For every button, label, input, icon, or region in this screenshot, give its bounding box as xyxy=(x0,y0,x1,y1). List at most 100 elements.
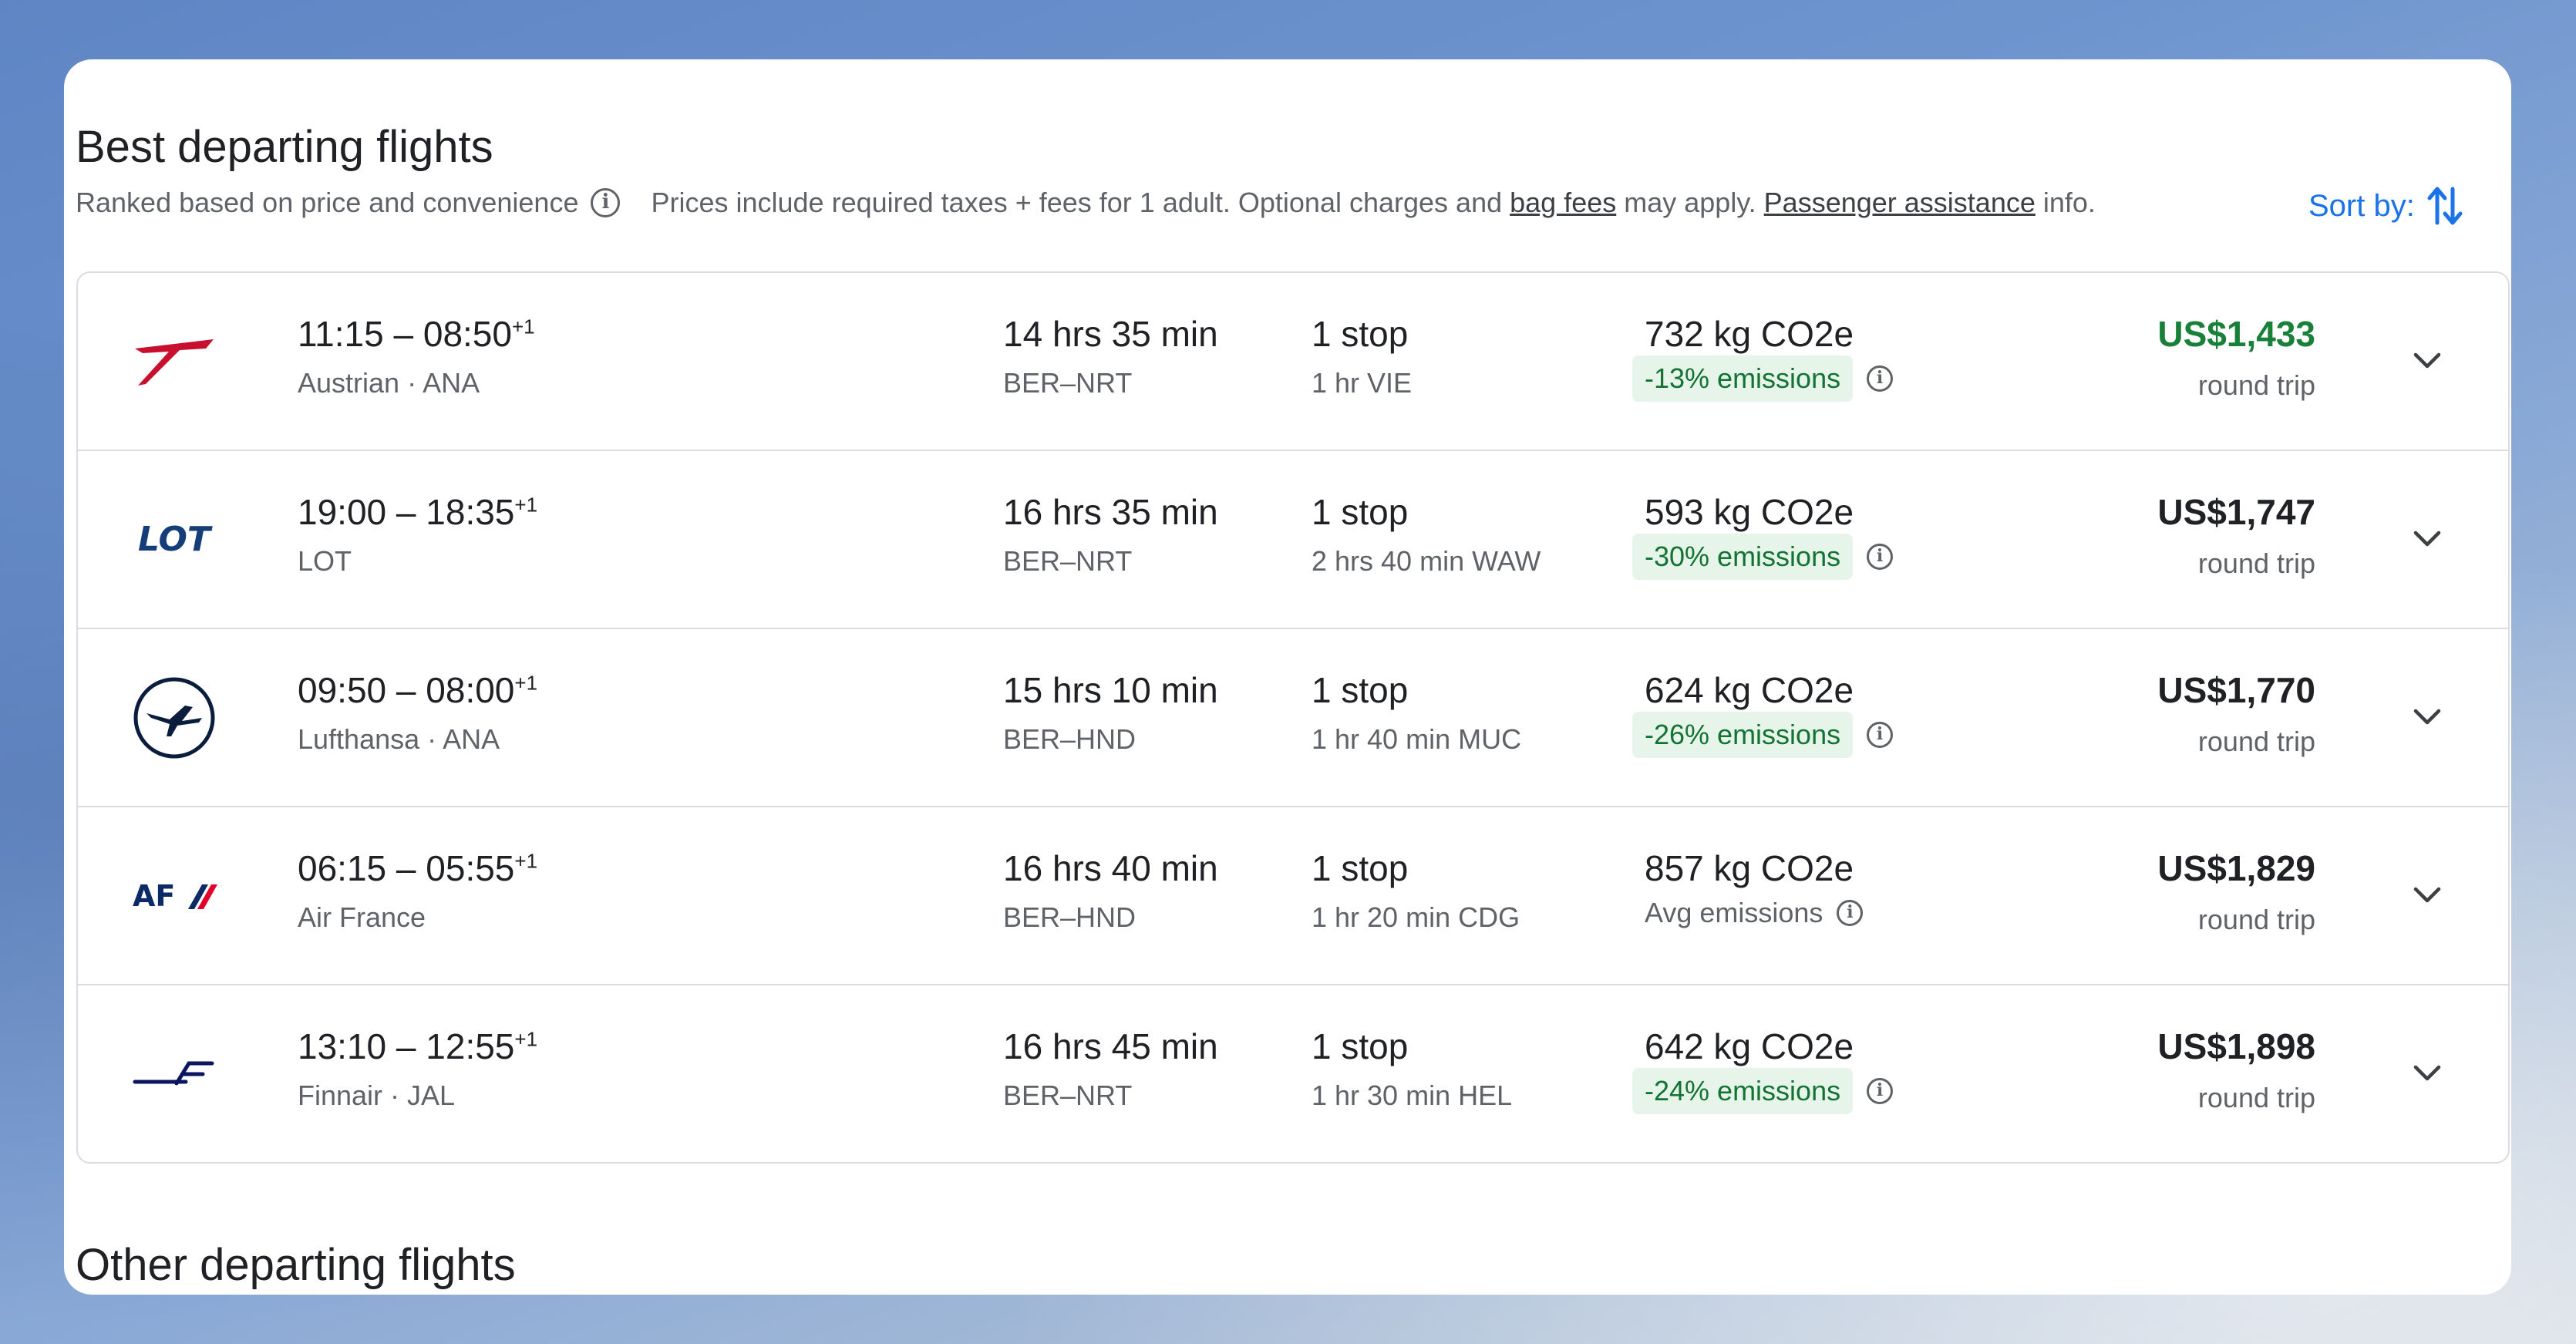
section-title: Best departing flights xyxy=(76,122,493,172)
day-offset: +1 xyxy=(514,493,538,517)
stops: 1 stop xyxy=(1312,1026,1409,1066)
arrive-time: 08:50 xyxy=(423,314,512,354)
other-flights-title: Other departing flights xyxy=(76,1240,516,1290)
price-type: round trip xyxy=(2197,904,2315,935)
duration: 15 hrs 10 min xyxy=(1003,670,1218,710)
carrier-name: Lufthansa · ANA xyxy=(298,723,500,755)
layover: 1 hr 40 min MUC xyxy=(1312,723,1522,755)
emissions-info-icon[interactable]: i xyxy=(1867,544,1894,570)
duration: 16 hrs 45 min xyxy=(1003,1026,1218,1066)
emissions-info-icon[interactable]: i xyxy=(1867,722,1894,748)
sort-button[interactable]: Sort by: xyxy=(2308,183,2464,229)
price: US$1,433 xyxy=(2157,314,2315,354)
emissions: -30% emissions i xyxy=(1632,534,1894,580)
chevron-down-icon[interactable] xyxy=(2409,1055,2445,1090)
price: US$1,829 xyxy=(2157,848,2315,888)
prices-note-end: info. xyxy=(2035,187,2096,218)
co2: 732 kg CO2e xyxy=(1645,314,1854,354)
co2: 642 kg CO2e xyxy=(1645,1026,1854,1066)
flight-times: 11:15 – 08:50+1 xyxy=(298,314,535,354)
bag-fees-link[interactable]: bag fees xyxy=(1510,187,1616,218)
price-type: round trip xyxy=(2197,1082,2315,1113)
route: BER–HND xyxy=(1003,901,1136,933)
duration: 14 hrs 35 min xyxy=(1003,314,1218,354)
emissions: -13% emissions i xyxy=(1632,355,1894,402)
price-type: round trip xyxy=(2197,547,2315,579)
ranking-note: Ranked based on price and convenience xyxy=(76,187,579,218)
price-type: round trip xyxy=(2197,369,2315,401)
co2: 593 kg CO2e xyxy=(1645,492,1854,532)
flight-times: 19:00 – 18:35+1 xyxy=(298,492,538,532)
results-card: Best departing flights Ranked based on p… xyxy=(64,59,2511,1295)
flight-row[interactable]: 13:10 – 12:55+1 Finnair · JAL 16 hrs 45 … xyxy=(78,985,2508,1162)
co2: 857 kg CO2e xyxy=(1645,848,1854,888)
price: US$1,770 xyxy=(2157,670,2315,710)
emissions: Avg emissions i xyxy=(1632,890,1864,936)
emissions-info-icon[interactable]: i xyxy=(1837,900,1864,926)
sort-label: Sort by: xyxy=(2308,188,2415,223)
depart-time: 13:10 xyxy=(298,1026,387,1066)
carrier-name: Austrian · ANA xyxy=(298,367,480,399)
depart-time: 19:00 xyxy=(298,492,387,532)
arrive-time: 05:55 xyxy=(426,848,515,888)
emissions: -26% emissions i xyxy=(1632,712,1894,758)
price-type: round trip xyxy=(2197,726,2315,757)
arrive-time: 12:55 xyxy=(426,1026,515,1066)
emissions-label: Avg emissions xyxy=(1645,897,1823,928)
chevron-down-icon[interactable] xyxy=(2409,342,2445,378)
austrian-logo xyxy=(128,315,221,408)
lot-logo: LOT xyxy=(128,493,221,586)
flight-row[interactable]: AF 06:15 – 05:55+1 Air France 16 hrs 40 … xyxy=(78,807,2508,985)
route: BER–NRT xyxy=(1003,367,1133,399)
depart-time: 06:15 xyxy=(298,848,387,888)
sort-arrows-icon xyxy=(2427,187,2463,225)
emissions-info-icon[interactable]: i xyxy=(1867,1078,1894,1104)
arrive-time: 18:35 xyxy=(426,492,515,532)
price: US$1,747 xyxy=(2157,492,2315,532)
route: BER–NRT xyxy=(1003,1080,1133,1111)
chevron-down-icon[interactable] xyxy=(2409,520,2445,556)
flight-row[interactable]: 09:50 – 08:00+1 Lufthansa · ANA 15 hrs 1… xyxy=(78,629,2508,807)
emissions-badge: -26% emissions xyxy=(1632,712,1854,758)
layover: 2 hrs 40 min WAW xyxy=(1312,545,1541,577)
chevron-down-icon[interactable] xyxy=(2409,877,2445,912)
carrier-name: Finnair · JAL xyxy=(298,1080,456,1111)
flight-list: 11:15 – 08:50+1 Austrian · ANA 14 hrs 35… xyxy=(76,271,2510,1164)
price: US$1,898 xyxy=(2157,1026,2315,1066)
layover: 1 hr 30 min HEL xyxy=(1312,1080,1513,1111)
stops: 1 stop xyxy=(1312,492,1409,532)
emissions-badge: -30% emissions xyxy=(1632,534,1854,580)
svg-text:AF: AF xyxy=(133,879,175,913)
stops: 1 stop xyxy=(1312,848,1409,888)
finnair-logo xyxy=(128,1028,221,1120)
layover: 1 hr VIE xyxy=(1312,367,1413,399)
duration: 16 hrs 40 min xyxy=(1003,848,1218,888)
subtitle-row: Ranked based on price and convenience i … xyxy=(76,187,2096,219)
arrive-time: 08:00 xyxy=(426,670,515,710)
prices-note-middle: may apply. xyxy=(1616,187,1764,218)
route: BER–HND xyxy=(1003,723,1136,755)
svg-text:LOT: LOT xyxy=(138,520,213,559)
co2: 624 kg CO2e xyxy=(1645,670,1854,710)
route: BER–NRT xyxy=(1003,545,1133,577)
chevron-down-icon[interactable] xyxy=(2409,699,2445,734)
carrier-name: LOT xyxy=(298,545,352,577)
day-offset: +1 xyxy=(511,315,535,339)
emissions: -24% emissions i xyxy=(1632,1068,1894,1114)
stops: 1 stop xyxy=(1312,670,1409,710)
flight-times: 09:50 – 08:00+1 xyxy=(298,670,538,710)
depart-time: 11:15 xyxy=(298,314,384,354)
depart-time: 09:50 xyxy=(298,670,387,710)
flight-row[interactable]: LOT 19:00 – 18:35+1 LOT 16 hrs 35 min BE… xyxy=(78,451,2508,629)
passenger-assistance-link[interactable]: Passenger assistance xyxy=(1764,187,2036,218)
emissions-info-icon[interactable]: i xyxy=(1867,365,1894,392)
flight-row[interactable]: 11:15 – 08:50+1 Austrian · ANA 14 hrs 35… xyxy=(78,273,2508,451)
prices-note-text: Prices include required taxes + fees for… xyxy=(651,187,1510,218)
duration: 16 hrs 35 min xyxy=(1003,492,1218,532)
ranking-info-icon[interactable]: i xyxy=(591,188,621,217)
day-offset: +1 xyxy=(514,671,538,695)
layover: 1 hr 20 min CDG xyxy=(1312,901,1520,933)
day-offset: +1 xyxy=(514,849,538,873)
flight-times: 06:15 – 05:55+1 xyxy=(298,848,538,888)
emissions-badge: -24% emissions xyxy=(1632,1068,1854,1114)
